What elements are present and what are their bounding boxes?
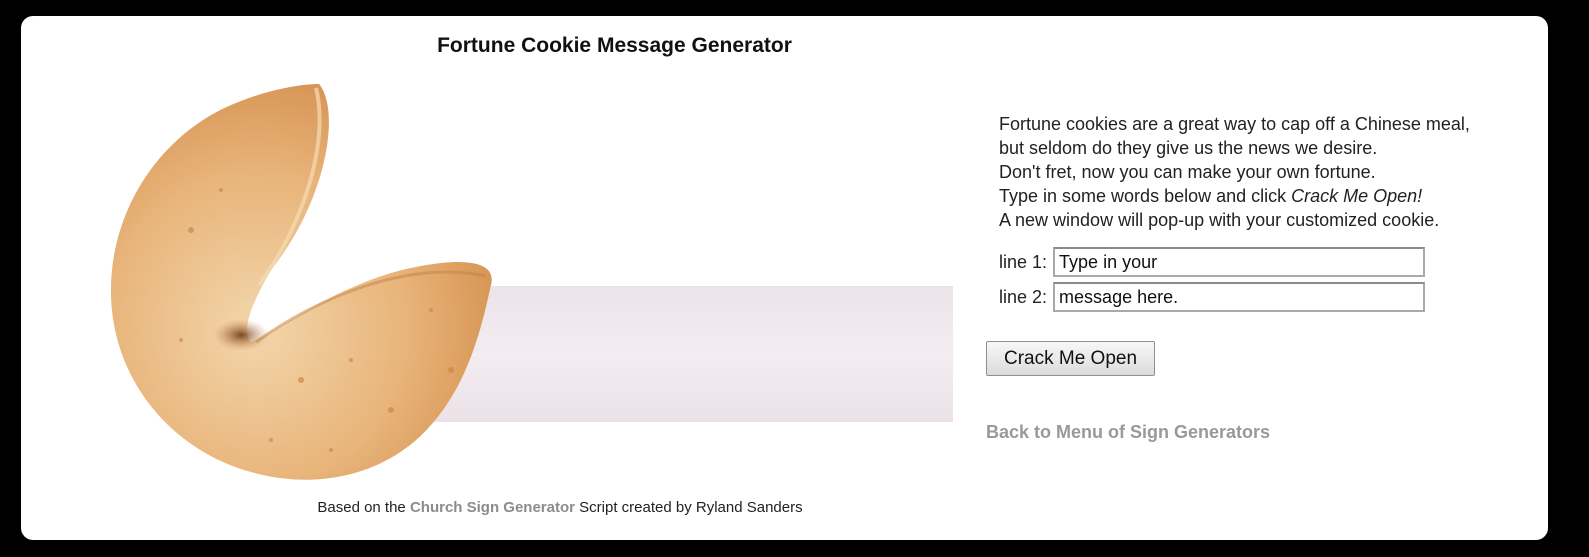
footer-credit: Based on the Church Sign Generator Scrip… bbox=[21, 499, 1099, 516]
footer-prefix: Based on the bbox=[317, 499, 410, 516]
line-2-input[interactable] bbox=[1053, 282, 1426, 312]
intro-line-1: Fortune cookies are a great way to cap o… bbox=[999, 114, 1470, 134]
page-title: Fortune Cookie Message Generator bbox=[437, 34, 792, 57]
line-1-row: line 1: bbox=[999, 247, 1426, 277]
line-1-input[interactable] bbox=[1053, 247, 1426, 277]
crack-me-open-button[interactable]: Crack Me Open bbox=[986, 341, 1155, 376]
intro-line-3: Don't fret, now you can make your own fo… bbox=[999, 162, 1376, 182]
line-2-label: line 2: bbox=[999, 286, 1048, 307]
footer-suffix: Script created by Ryland Sanders bbox=[574, 499, 803, 516]
intro-line-4-text: Type in some words below and click bbox=[999, 186, 1292, 206]
church-sign-generator-link[interactable]: Church Sign Generator bbox=[410, 499, 575, 516]
intro-line-4-emphasis: Crack Me Open! bbox=[1291, 186, 1423, 206]
intro-text: Fortune cookies are a great way to cap o… bbox=[999, 112, 1470, 232]
cookie-shape bbox=[110, 84, 492, 480]
fortune-paper-slip bbox=[431, 286, 953, 422]
intro-line-5: A new window will pop-up with your custo… bbox=[999, 210, 1440, 230]
intro-line-2: but seldom do they give us the news we d… bbox=[999, 138, 1378, 158]
intro-line-4: Type in some words below and click Crack… bbox=[999, 184, 1470, 208]
back-to-menu-link[interactable]: Back to Menu of Sign Generators bbox=[986, 422, 1270, 443]
page-card: Fortune Cookie Message Generator Fortune… bbox=[21, 16, 1548, 540]
line-1-label: line 1: bbox=[999, 251, 1048, 272]
line-2-row: line 2: bbox=[999, 282, 1426, 312]
fortune-cookie-image bbox=[110, 84, 953, 480]
